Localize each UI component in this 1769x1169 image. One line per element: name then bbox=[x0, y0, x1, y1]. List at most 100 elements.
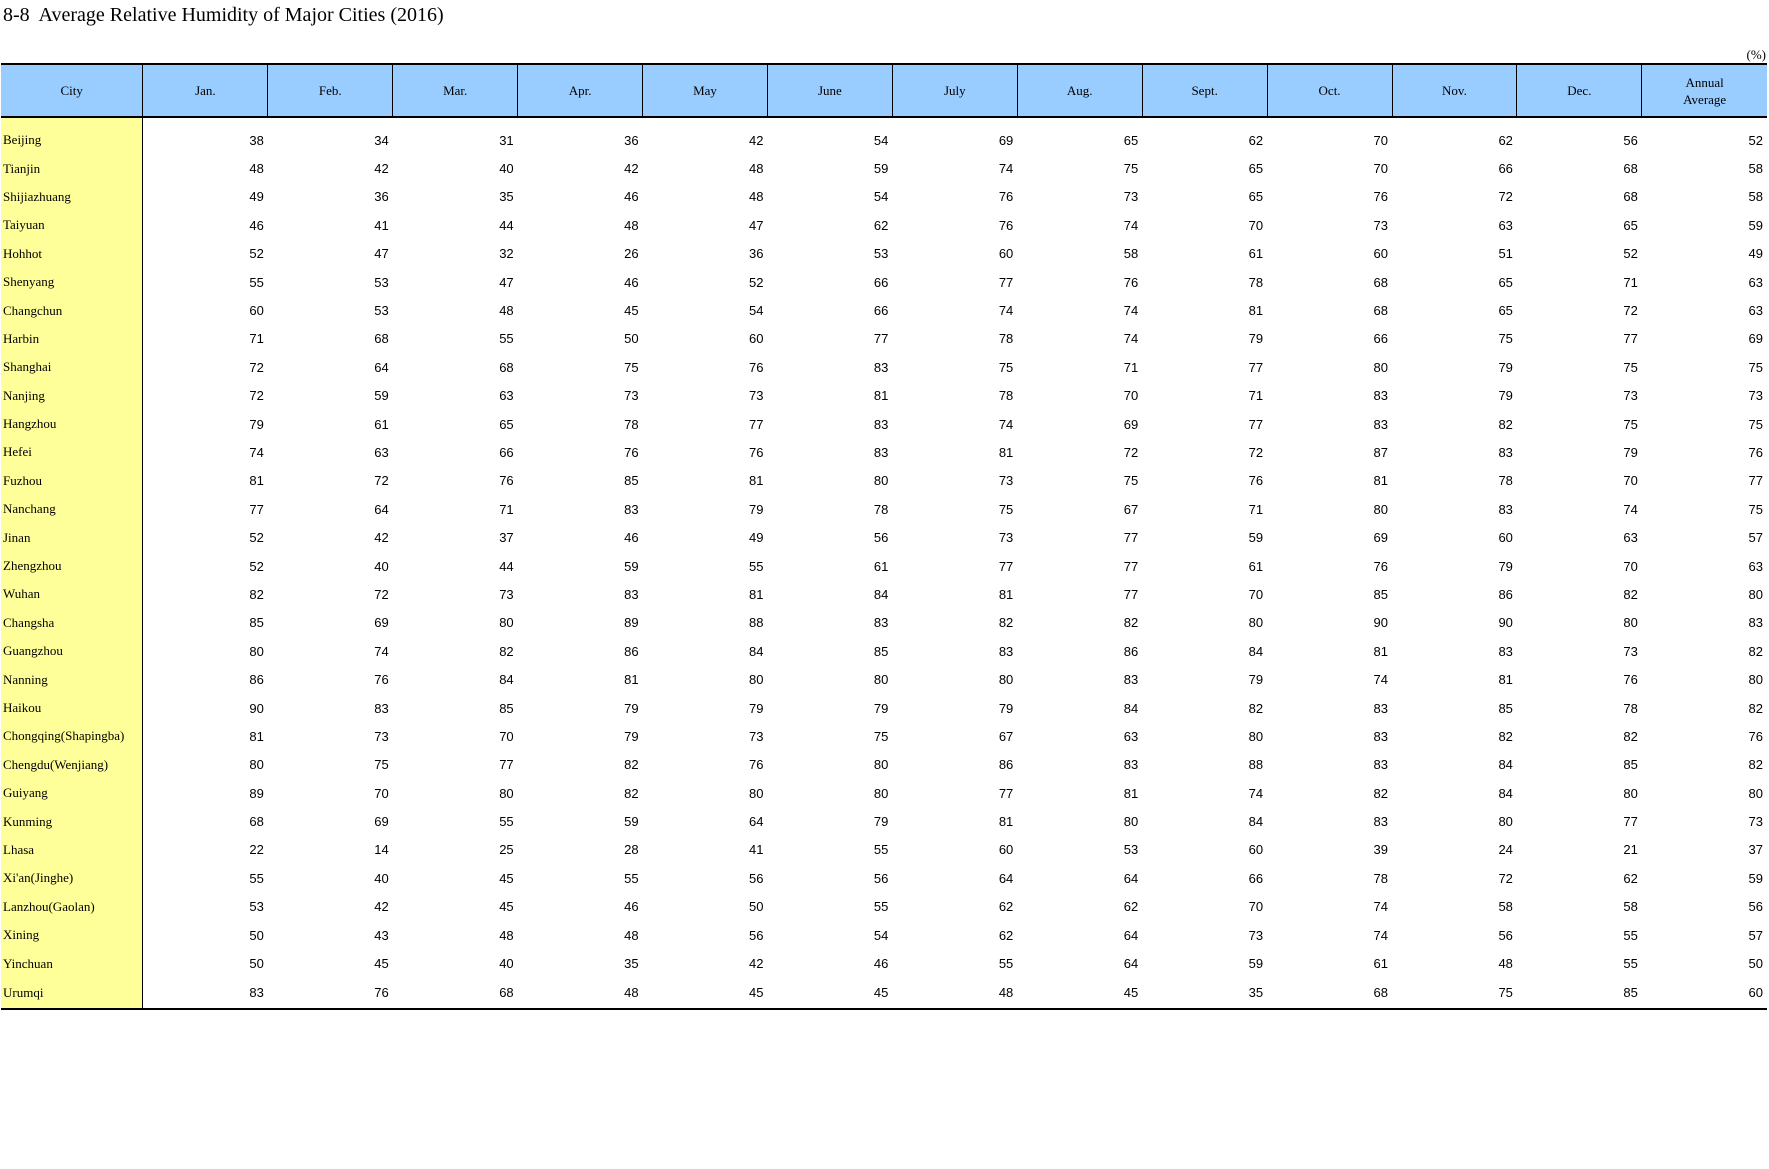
humidity-value-aug: 76 bbox=[1123, 274, 1139, 290]
humidity-value-june: 61 bbox=[873, 558, 889, 574]
humidity-value-annual-average: 63 bbox=[1748, 274, 1763, 290]
humidity-value-june: 54 bbox=[873, 189, 889, 205]
table-row: Hangzhou 79 61 65 78 77 83 74 69 77 83 82 75 75 bbox=[1, 409, 1767, 439]
table-row: Tianjin 48 42 40 42 48 59 74 75 65 70 66 68 58 bbox=[1, 154, 1767, 183]
humidity-value-aug: 74 bbox=[1123, 217, 1139, 233]
humidity-value-may: 84 bbox=[749, 643, 764, 659]
humidity-value-mar: 40 bbox=[499, 956, 514, 972]
humidity-value-june: 83 bbox=[873, 444, 889, 460]
humidity-value-july: 60 bbox=[998, 246, 1014, 262]
humidity-value-jan: 55 bbox=[249, 870, 264, 886]
humidity-value-july: 62 bbox=[998, 927, 1014, 943]
humidity-value-aug: 75 bbox=[1123, 473, 1139, 489]
humidity-value-july: 78 bbox=[998, 388, 1014, 404]
humidity-value-nov: 65 bbox=[1498, 274, 1513, 290]
humidity-value-may: 50 bbox=[749, 899, 764, 915]
city-name-cell: Guiyang bbox=[1, 778, 144, 808]
humidity-value-dec: 63 bbox=[1623, 530, 1638, 546]
humidity-value-sept: 84 bbox=[1248, 643, 1264, 659]
humidity-value-jan: 52 bbox=[249, 246, 264, 262]
humidity-value-apr: 81 bbox=[624, 672, 639, 688]
table-row: Nanchang 77 64 71 83 79 78 75 67 71 80 83 74 75 bbox=[1, 495, 1767, 524]
humidity-value-oct: 81 bbox=[1373, 473, 1388, 489]
humidity-value-oct: 69 bbox=[1373, 530, 1388, 546]
humidity-value-july: 77 bbox=[998, 274, 1014, 290]
humidity-value-annual-average: 76 bbox=[1748, 728, 1763, 744]
humidity-value-nov: 81 bbox=[1498, 672, 1513, 688]
humidity-value-aug: 83 bbox=[1123, 672, 1139, 688]
humidity-value-feb: 64 bbox=[374, 359, 389, 375]
humidity-value-nov: 72 bbox=[1498, 189, 1513, 205]
humidity-value-aug: 64 bbox=[1123, 927, 1139, 943]
humidity-value-apr: 76 bbox=[624, 444, 639, 460]
humidity-value-apr: 36 bbox=[624, 132, 639, 148]
city-name-cell: Haikou bbox=[1, 693, 144, 723]
city-name-cell: Hohhot bbox=[1, 239, 144, 268]
humidity-value-aug: 77 bbox=[1123, 586, 1139, 602]
humidity-value-nov: 48 bbox=[1498, 956, 1513, 972]
humidity-value-dec: 58 bbox=[1623, 899, 1638, 915]
column-header-july: July bbox=[891, 63, 1018, 118]
humidity-value-aug: 72 bbox=[1123, 444, 1139, 460]
humidity-value-annual-average: 58 bbox=[1748, 189, 1763, 205]
column-header-nov: Nov. bbox=[1391, 63, 1518, 118]
humidity-value-mar: 44 bbox=[499, 217, 514, 233]
humidity-value-jan: 60 bbox=[249, 303, 264, 319]
humidity-value-dec: 72 bbox=[1623, 303, 1638, 319]
humidity-value-nov: 79 bbox=[1498, 558, 1513, 574]
humidity-value-july: 77 bbox=[998, 785, 1014, 801]
humidity-value-oct: 74 bbox=[1373, 899, 1388, 915]
humidity-value-annual-average: 49 bbox=[1748, 246, 1763, 262]
humidity-value-apr: 89 bbox=[624, 615, 639, 631]
humidity-value-apr: 26 bbox=[624, 246, 639, 262]
humidity-value-jan: 81 bbox=[249, 728, 264, 744]
humidity-value-oct: 90 bbox=[1373, 615, 1388, 631]
humidity-value-apr: 28 bbox=[624, 842, 639, 858]
humidity-value-aug: 80 bbox=[1123, 814, 1139, 830]
city-name-cell: Changsha bbox=[1, 608, 144, 638]
humidity-value-oct: 83 bbox=[1373, 728, 1388, 744]
humidity-value-oct: 61 bbox=[1373, 956, 1388, 972]
table-row: Shenyang 55 53 47 46 52 66 77 76 78 68 65 71 63 bbox=[1, 267, 1767, 297]
humidity-value-oct: 39 bbox=[1373, 842, 1388, 858]
table-row: Hohhot 52 47 32 26 36 53 60 58 61 60 51 52 49 bbox=[1, 239, 1767, 268]
humidity-value-may: 42 bbox=[749, 956, 764, 972]
humidity-value-may: 73 bbox=[749, 388, 764, 404]
humidity-value-may: 77 bbox=[749, 416, 764, 432]
humidity-value-june: 79 bbox=[873, 700, 889, 716]
humidity-value-aug: 81 bbox=[1123, 785, 1139, 801]
humidity-value-apr: 82 bbox=[624, 757, 639, 773]
humidity-table-container: City Jan. Feb. Mar. Apr. May June July A… bbox=[1, 63, 1767, 1010]
humidity-value-july: 60 bbox=[998, 842, 1014, 858]
humidity-value-nov: 82 bbox=[1498, 728, 1513, 744]
city-name-cell: Hefei bbox=[1, 438, 144, 467]
humidity-value-jan: 49 bbox=[249, 189, 264, 205]
annual-header-line1: Annual bbox=[1685, 74, 1724, 90]
humidity-value-mar: 82 bbox=[499, 643, 514, 659]
city-name-cell: Lanzhou(Gaolan) bbox=[1, 892, 144, 921]
humidity-value-dec: 68 bbox=[1623, 189, 1638, 205]
humidity-value-may: 81 bbox=[749, 473, 764, 489]
table-row: Lanzhou(Gaolan) 53 42 45 46 50 55 62 62 70 74 58 58 5… bbox=[1, 892, 1767, 921]
humidity-value-mar: 47 bbox=[499, 274, 514, 290]
humidity-value-nov: 84 bbox=[1498, 757, 1513, 773]
humidity-value-oct: 78 bbox=[1373, 870, 1388, 886]
humidity-value-feb: 34 bbox=[374, 132, 389, 148]
humidity-value-dec: 55 bbox=[1623, 927, 1638, 943]
humidity-value-annual-average: 63 bbox=[1748, 303, 1763, 319]
humidity-value-nov: 83 bbox=[1498, 643, 1513, 659]
humidity-value-apr: 86 bbox=[624, 643, 639, 659]
humidity-value-mar: 85 bbox=[499, 700, 514, 716]
humidity-value-mar: 70 bbox=[499, 728, 514, 744]
humidity-value-oct: 76 bbox=[1373, 558, 1388, 574]
humidity-value-sept: 62 bbox=[1248, 132, 1264, 148]
humidity-value-may: 36 bbox=[749, 246, 764, 262]
column-header-mar: Mar. bbox=[392, 63, 519, 118]
humidity-value-june: 83 bbox=[873, 615, 889, 631]
humidity-value-jan: 52 bbox=[249, 558, 264, 574]
humidity-value-sept: 61 bbox=[1248, 558, 1264, 574]
humidity-value-may: 45 bbox=[642, 977, 768, 1010]
humidity-value-mar: 68 bbox=[499, 359, 514, 375]
humidity-value-oct: 60 bbox=[1373, 246, 1388, 262]
humidity-value-dec: 21 bbox=[1623, 842, 1638, 858]
